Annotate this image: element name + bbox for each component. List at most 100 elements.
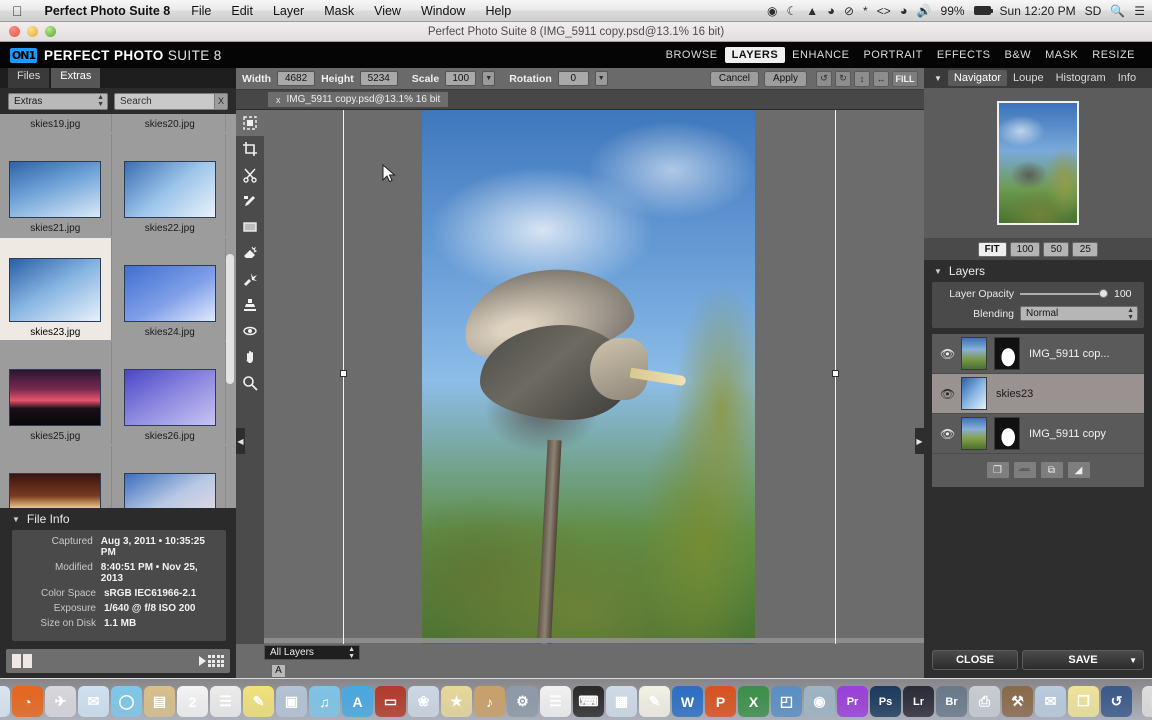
documents-folder-icon[interactable]: ▤: [1142, 686, 1152, 717]
module-mask[interactable]: MASK: [1038, 47, 1085, 63]
hand-tool[interactable]: [236, 344, 264, 370]
iphoto-icon[interactable]: ❀: [408, 686, 439, 717]
contacts-icon[interactable]: ▤: [144, 686, 175, 717]
list-item[interactable]: skies24.jpg: [115, 238, 226, 340]
airport-status-icon[interactable]: ◕: [827, 4, 835, 17]
aperture-icon[interactable]: ◉: [804, 686, 835, 717]
menu-app-name[interactable]: Perfect Photo Suite 8: [34, 4, 182, 18]
layer-thumbnail[interactable]: [961, 337, 987, 370]
list-item[interactable]: skies22.jpg: [115, 134, 226, 236]
lightroom-icon[interactable]: Lr: [903, 686, 934, 717]
clone-stamp-tool[interactable]: [236, 292, 264, 318]
messages-icon[interactable]: ◯: [111, 686, 142, 717]
photobooth-icon[interactable]: ▣: [276, 686, 307, 717]
document-tab[interactable]: x IMG_5911 copy.psd@13.1% 16 bit: [268, 92, 449, 107]
module-portrait[interactable]: PORTRAIT: [856, 47, 929, 63]
collapse-right-panel-button[interactable]: ▶: [915, 428, 924, 454]
scrollbar-thumb[interactable]: [226, 254, 234, 384]
imovie-icon[interactable]: ★: [441, 686, 472, 717]
layer-thumbnail[interactable]: [961, 377, 987, 410]
close-document-icon[interactable]: x: [276, 95, 281, 105]
books-icon[interactable]: ▭: [375, 686, 406, 717]
printer-icon[interactable]: ⎙: [969, 686, 1000, 717]
wifi-status-icon[interactable]: ◕: [900, 4, 908, 17]
list-item[interactable]: skies25.jpg: [0, 342, 112, 444]
tab-files[interactable]: Files: [8, 68, 50, 88]
rotate-left-icon[interactable]: ↺: [816, 70, 832, 87]
add-layer-button[interactable]: ❐: [985, 461, 1010, 479]
powerpoint-icon[interactable]: P: [705, 686, 736, 717]
flip-horizontal-icon[interactable]: ↔: [873, 70, 889, 87]
rotate-right-icon[interactable]: ↻: [835, 70, 851, 87]
triangle-down-icon[interactable]: ▼: [934, 267, 942, 276]
layer-thumbnail[interactable]: [961, 417, 987, 450]
tab-navigator[interactable]: Navigator: [947, 70, 1007, 86]
duplicate-layer-button[interactable]: ⧉: [1039, 461, 1064, 479]
zoom-100-button[interactable]: 100: [1009, 241, 1041, 257]
terminal-icon[interactable]: ⌨: [573, 686, 604, 717]
canvas-horizontal-scrollbar[interactable]: [264, 638, 924, 643]
collapse-left-panel-button[interactable]: ◀: [236, 428, 245, 454]
menu-file[interactable]: File: [181, 4, 221, 18]
slider-knob[interactable]: [1099, 289, 1108, 298]
layers-panel-header[interactable]: ▼ Layers: [924, 260, 1152, 282]
itunes-icon[interactable]: ♫: [309, 686, 340, 717]
tab-loupe[interactable]: Loupe: [1007, 70, 1050, 86]
search-input[interactable]: Search X: [114, 92, 228, 110]
apply-button[interactable]: Apply: [763, 70, 807, 87]
textedit-icon[interactable]: ☰: [540, 686, 571, 717]
table-row[interactable]: 👁 IMG_5911 cop...: [932, 334, 1144, 374]
module-layers[interactable]: LAYERS: [724, 47, 786, 63]
width-input[interactable]: 4682: [277, 71, 316, 86]
list-item[interactable]: skies26.jpg: [115, 342, 226, 444]
menu-mask[interactable]: Mask: [314, 4, 364, 18]
layer-visibility-icon[interactable]: 👁: [940, 347, 955, 361]
module-bw[interactable]: B&W: [998, 47, 1039, 63]
layer-scope-select[interactable]: All Layers ▲ ▼: [264, 645, 360, 660]
volume-status-icon[interactable]: 🔊: [917, 5, 932, 17]
stickies-icon[interactable]: ❐: [1068, 686, 1099, 717]
zoom-fit-button[interactable]: FIT: [977, 241, 1007, 257]
eraser-tool[interactable]: [236, 240, 264, 266]
blending-select[interactable]: Normal ▲ ▼: [1020, 306, 1138, 321]
module-effects[interactable]: EFFECTS: [930, 47, 998, 63]
scissors-tool[interactable]: [236, 162, 264, 188]
alert-status-icon[interactable]: ▲: [806, 5, 818, 17]
spotlight-icon[interactable]: 🔍: [1110, 5, 1125, 17]
list-item[interactable]: skies20.jpg: [115, 114, 226, 132]
layer-mask-thumbnail[interactable]: [994, 417, 1020, 450]
mail-icon[interactable]: ✉: [78, 686, 109, 717]
delete-layer-button[interactable]: ➖: [1012, 461, 1037, 479]
list-item[interactable]: skies21.jpg: [0, 134, 112, 236]
transform-handle-right[interactable]: [832, 370, 839, 377]
menu-help[interactable]: Help: [475, 4, 521, 18]
chevron-down-icon[interactable]: ▼: [1129, 656, 1137, 665]
module-resize[interactable]: RESIZE: [1085, 47, 1142, 63]
preview-icon[interactable]: ▦: [606, 686, 637, 717]
transform-tool[interactable]: [236, 110, 264, 136]
window-titlebar[interactable]: Perfect Photo Suite 8 (IMG_5911 copy.psd…: [0, 22, 1152, 42]
module-browse[interactable]: BROWSE: [659, 47, 725, 63]
red-eye-tool[interactable]: [236, 318, 264, 344]
align-badge[interactable]: A: [271, 664, 286, 678]
list-item-selected[interactable]: skies23.jpg: [0, 238, 112, 340]
perfectphoto-icon[interactable]: ◰: [771, 686, 802, 717]
system-prefs-icon[interactable]: ⚙: [507, 686, 538, 717]
scale-dropdown-icon[interactable]: ▼: [482, 71, 496, 86]
table-row[interactable]: 👁 IMG_5911 copy: [932, 414, 1144, 454]
height-input[interactable]: 5234: [359, 71, 398, 86]
close-button[interactable]: CLOSE: [932, 650, 1018, 670]
tab-histogram[interactable]: Histogram: [1050, 70, 1112, 86]
apple-menu-icon[interactable]: : [0, 4, 34, 18]
masking-brush-tool[interactable]: [236, 188, 264, 214]
moon-status-icon[interactable]: ☾: [786, 5, 797, 17]
menu-layer[interactable]: Layer: [263, 4, 314, 18]
canvas[interactable]: [236, 110, 924, 644]
flip-vertical-icon[interactable]: ↕: [854, 70, 870, 87]
layer-visibility-icon[interactable]: 👁: [940, 427, 955, 441]
notifications-icon[interactable]: ☰: [1134, 5, 1145, 17]
file-info-header[interactable]: ▼ File Info: [0, 508, 236, 530]
bridge-icon[interactable]: Br: [936, 686, 967, 717]
battery-icon[interactable]: [973, 6, 993, 15]
cancel-button[interactable]: Cancel: [709, 70, 759, 87]
